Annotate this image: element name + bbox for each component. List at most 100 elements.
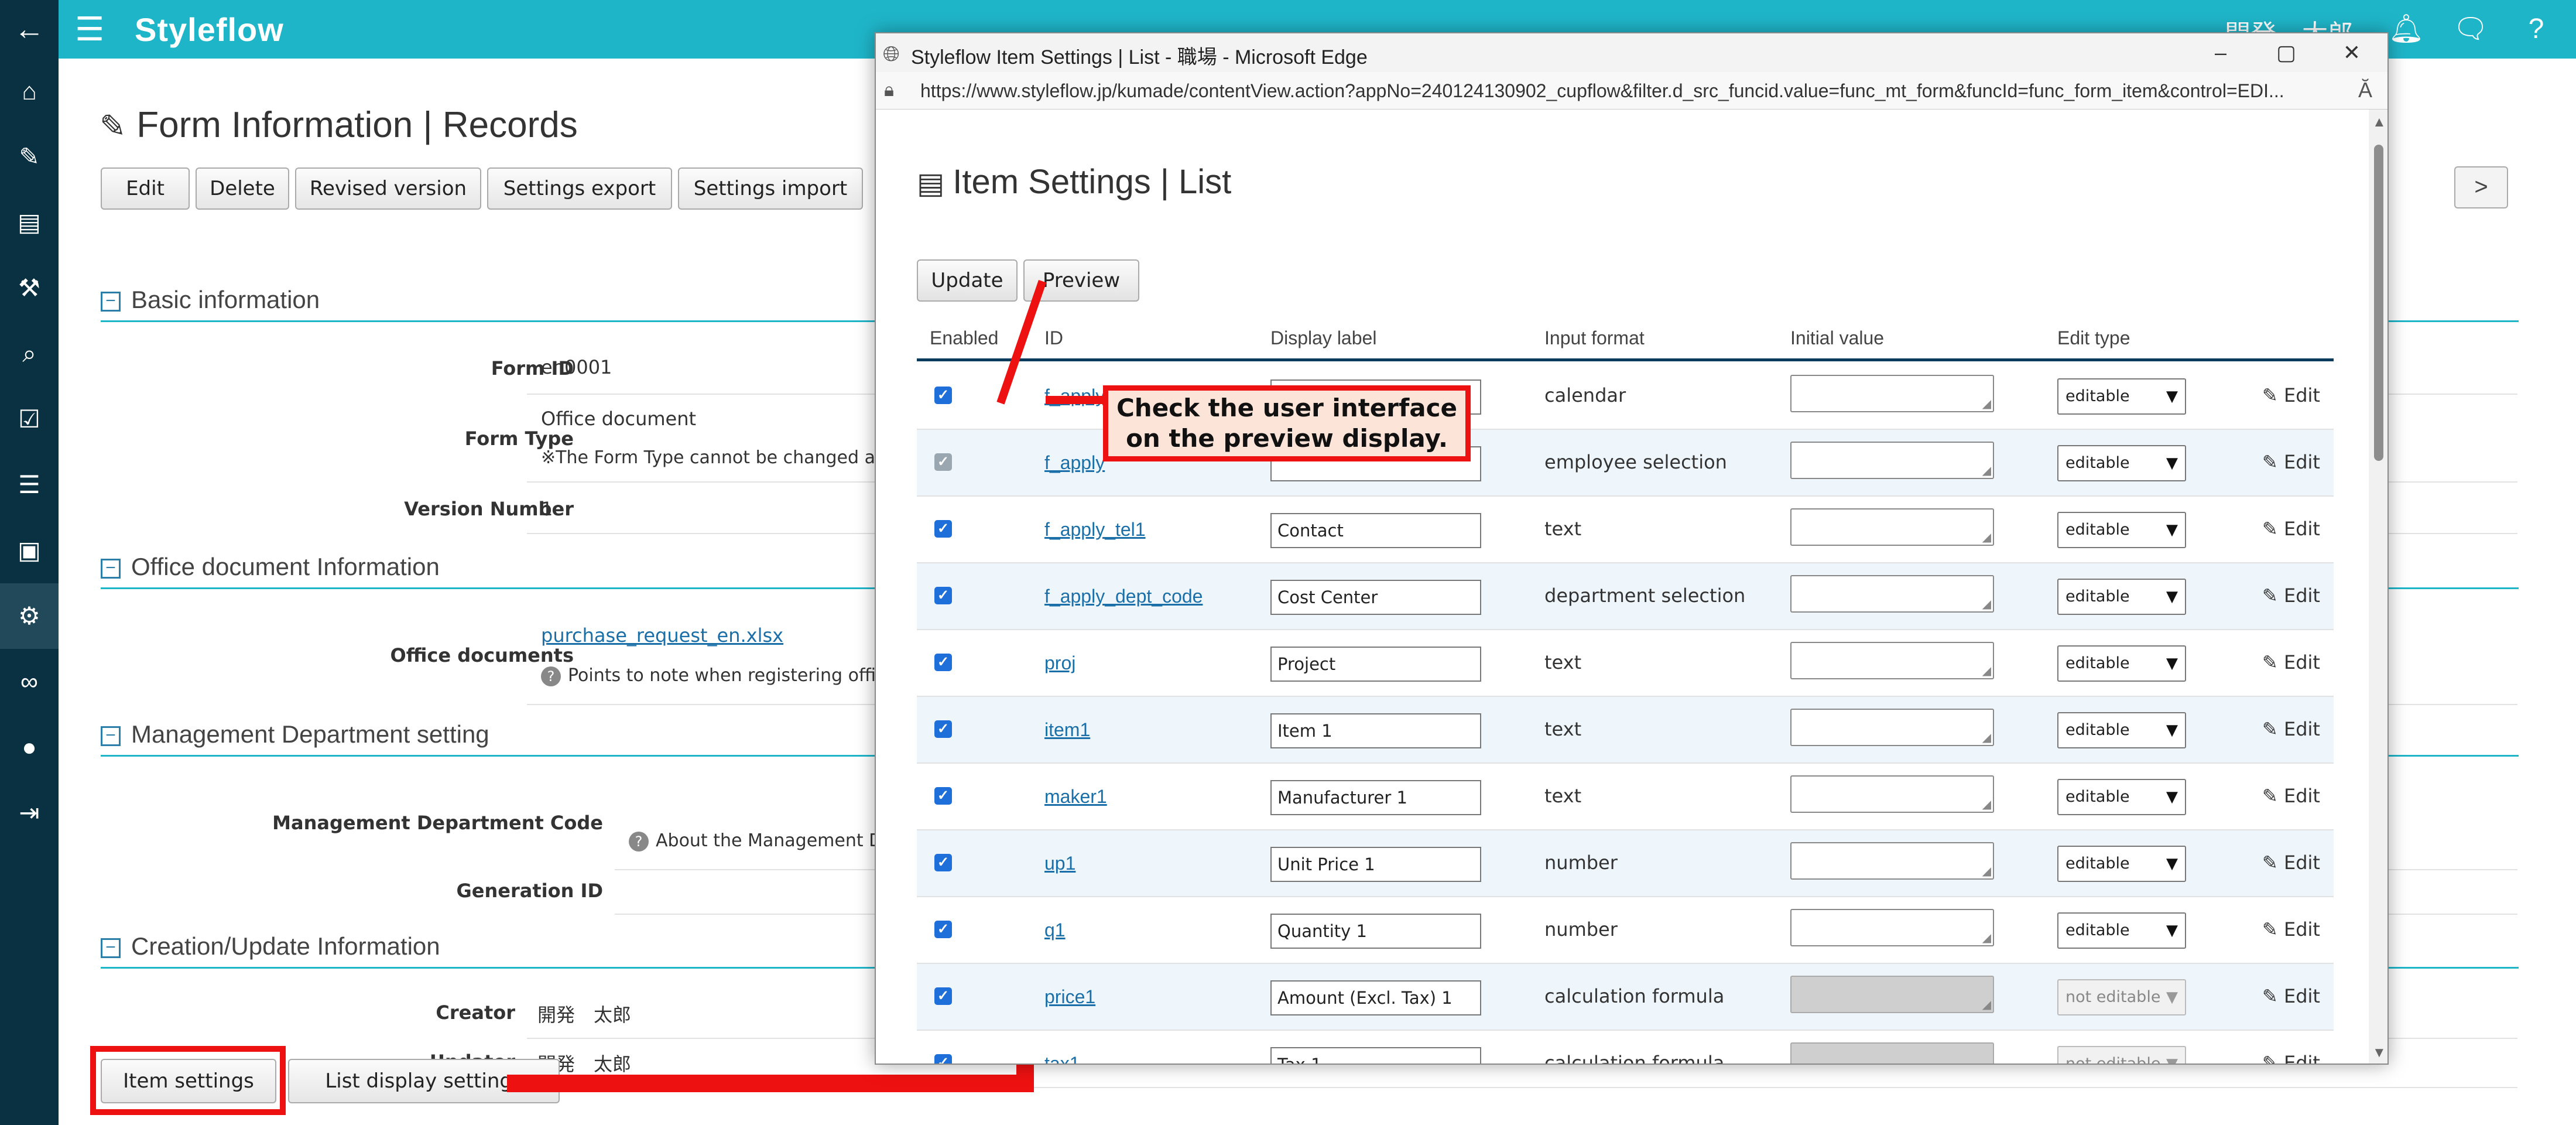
- update-button[interactable]: Update: [917, 259, 1018, 302]
- search-icon[interactable]: ⌕: [0, 321, 59, 387]
- collapse-icon[interactable]: −: [101, 938, 121, 958]
- settings-export-button[interactable]: Settings export: [487, 167, 672, 210]
- enabled-checkbox[interactable]: ✓: [934, 453, 952, 471]
- item-id-link[interactable]: proj: [1044, 652, 1075, 674]
- office-document-link[interactable]: purchase_request_en.xlsx: [541, 624, 783, 647]
- item-id-link[interactable]: f_apply_tel1: [1044, 519, 1146, 541]
- initial-value-textarea[interactable]: ◢: [1790, 575, 1994, 613]
- book-icon[interactable]: ▤: [0, 190, 59, 255]
- edit-type-select[interactable]: editable ▼: [2057, 378, 2186, 415]
- enabled-checkbox[interactable]: ✓: [934, 1054, 952, 1064]
- next-arrow-button[interactable]: >: [2454, 166, 2508, 208]
- initial-value-textarea[interactable]: ◢: [1790, 909, 1994, 946]
- row-edit-link[interactable]: ✎ Edit: [2262, 718, 2320, 740]
- maximize-button[interactable]: ▢: [2260, 37, 2313, 69]
- home-icon[interactable]: ⌂: [0, 59, 59, 124]
- display-label-input[interactable]: Cost Center: [1270, 580, 1481, 615]
- delete-button[interactable]: Delete: [196, 167, 289, 210]
- collapse-icon[interactable]: −: [101, 292, 121, 312]
- display-label-input[interactable]: Contact: [1270, 513, 1481, 548]
- row-edit-link[interactable]: ✎ Edit: [2262, 584, 2320, 607]
- row-edit-link[interactable]: ✎ Edit: [2262, 985, 2320, 1007]
- edit-type-select[interactable]: editable ▼: [2057, 512, 2186, 548]
- edit-type-select[interactable]: editable ▼: [2057, 445, 2186, 481]
- back-arrow-icon[interactable]: ←: [0, 0, 59, 59]
- url-text[interactable]: https://www.styleflow.jp/kumade/contentV…: [920, 80, 2325, 102]
- item-id-link[interactable]: tax1: [1044, 1053, 1080, 1064]
- enabled-checkbox[interactable]: ✓: [934, 987, 952, 1005]
- display-label-input[interactable]: Unit Price 1: [1270, 847, 1481, 882]
- bell-icon[interactable]: 🔔︎: [2387, 11, 2425, 48]
- settings-import-button[interactable]: Settings import: [678, 167, 863, 210]
- user-icon[interactable]: ●: [0, 714, 59, 780]
- collapse-icon[interactable]: −: [101, 726, 121, 746]
- initial-value-textarea[interactable]: ◢: [1790, 775, 1994, 813]
- help-icon[interactable]: ?: [2517, 11, 2555, 48]
- edit-button[interactable]: Edit: [101, 167, 190, 210]
- edit-type-select[interactable]: editable ▼: [2057, 912, 2186, 949]
- reader-mode-icon[interactable]: Ă: [2358, 78, 2372, 102]
- settings-gears-icon[interactable]: ⚙: [0, 583, 59, 649]
- edit-icon[interactable]: ✎: [0, 124, 59, 190]
- row-edit-link[interactable]: ✎ Edit: [2262, 785, 2320, 807]
- item-id-link[interactable]: q1: [1044, 919, 1066, 941]
- display-label-input[interactable]: Manufacturer 1: [1270, 780, 1481, 815]
- vertical-scrollbar[interactable]: ▲ ▼: [2369, 110, 2387, 1064]
- row-edit-link[interactable]: ✎ Edit: [2262, 852, 2320, 874]
- edit-type-select[interactable]: editable ▼: [2057, 645, 2186, 682]
- initial-value-textarea[interactable]: ◢: [1790, 442, 1994, 479]
- sign-out-icon[interactable]: ⇥: [0, 780, 59, 846]
- app-brand[interactable]: Styleflow: [135, 11, 284, 49]
- edit-type-select[interactable]: editable ▼: [2057, 579, 2186, 615]
- edit-type-select[interactable]: editable ▼: [2057, 779, 2186, 815]
- edit-type-select[interactable]: editable ▼: [2057, 846, 2186, 882]
- scroll-up-icon[interactable]: ▲: [2372, 114, 2386, 131]
- display-label-input[interactable]: Amount (Excl. Tax) 1: [1270, 980, 1481, 1015]
- scroll-thumb[interactable]: [2374, 145, 2383, 461]
- item-id-link[interactable]: f_apply: [1044, 452, 1105, 474]
- question-icon[interactable]: ?: [629, 831, 649, 852]
- gavel-icon[interactable]: ⚒: [0, 255, 59, 321]
- enabled-checkbox[interactable]: ✓: [934, 854, 952, 871]
- checklist-icon[interactable]: ☑: [0, 387, 59, 452]
- row-edit-link[interactable]: ✎ Edit: [2262, 384, 2320, 406]
- display-label-input[interactable]: Item 1: [1270, 713, 1481, 748]
- item-id-link[interactable]: f_apply_dept_code: [1044, 586, 1203, 607]
- edit-type-select[interactable]: editable ▼: [2057, 712, 2186, 748]
- item-id-link[interactable]: price1: [1044, 986, 1095, 1008]
- scroll-down-icon[interactable]: ▼: [2372, 1045, 2386, 1061]
- close-button[interactable]: ✕: [2325, 37, 2378, 69]
- enabled-checkbox[interactable]: ✓: [934, 654, 952, 671]
- enabled-checkbox[interactable]: ✓: [934, 921, 952, 938]
- enabled-checkbox[interactable]: ✓: [934, 587, 952, 604]
- item-id-link[interactable]: maker1: [1044, 786, 1107, 808]
- display-label-input[interactable]: Quantity 1: [1270, 914, 1481, 949]
- minimize-button[interactable]: –: [2194, 37, 2247, 69]
- row-edit-link[interactable]: ✎ Edit: [2262, 918, 2320, 941]
- row-edit-link[interactable]: ✎ Edit: [2262, 518, 2320, 540]
- initial-value-textarea[interactable]: ◢: [1790, 709, 1994, 746]
- question-icon[interactable]: ?: [541, 666, 561, 686]
- initial-value-textarea[interactable]: ◢: [1790, 642, 1994, 679]
- row-edit-link[interactable]: ✎ Edit: [2262, 451, 2320, 473]
- initial-value-textarea[interactable]: ◢: [1790, 842, 1994, 880]
- chat-icon[interactable]: 🗨︎: [2452, 11, 2489, 48]
- enabled-checkbox[interactable]: ✓: [934, 787, 952, 805]
- item-id-link[interactable]: item1: [1044, 719, 1090, 741]
- initial-value-textarea[interactable]: ◢: [1790, 375, 1994, 412]
- enabled-checkbox[interactable]: ✓: [934, 720, 952, 738]
- display-label-input[interactable]: Tax 1: [1270, 1047, 1481, 1064]
- enabled-checkbox[interactable]: ✓: [934, 387, 952, 404]
- lock-icon[interactable]: 🔒︎: [884, 79, 894, 101]
- link-icon[interactable]: ∞: [0, 649, 59, 714]
- initial-value-textarea[interactable]: ◢: [1790, 508, 1994, 546]
- list-icon[interactable]: ☰: [0, 452, 59, 518]
- enabled-checkbox[interactable]: ✓: [934, 520, 952, 538]
- row-edit-link[interactable]: ✎ Edit: [2262, 651, 2320, 673]
- item-id-link[interactable]: up1: [1044, 853, 1075, 874]
- collapse-icon[interactable]: −: [101, 559, 121, 579]
- display-label-input[interactable]: Project: [1270, 647, 1481, 682]
- address-bar[interactable]: 🔒︎ https://www.styleflow.jp/kumade/conte…: [876, 72, 2387, 110]
- id-card-icon[interactable]: ▣: [0, 518, 59, 583]
- revised-version-button[interactable]: Revised version: [295, 167, 481, 210]
